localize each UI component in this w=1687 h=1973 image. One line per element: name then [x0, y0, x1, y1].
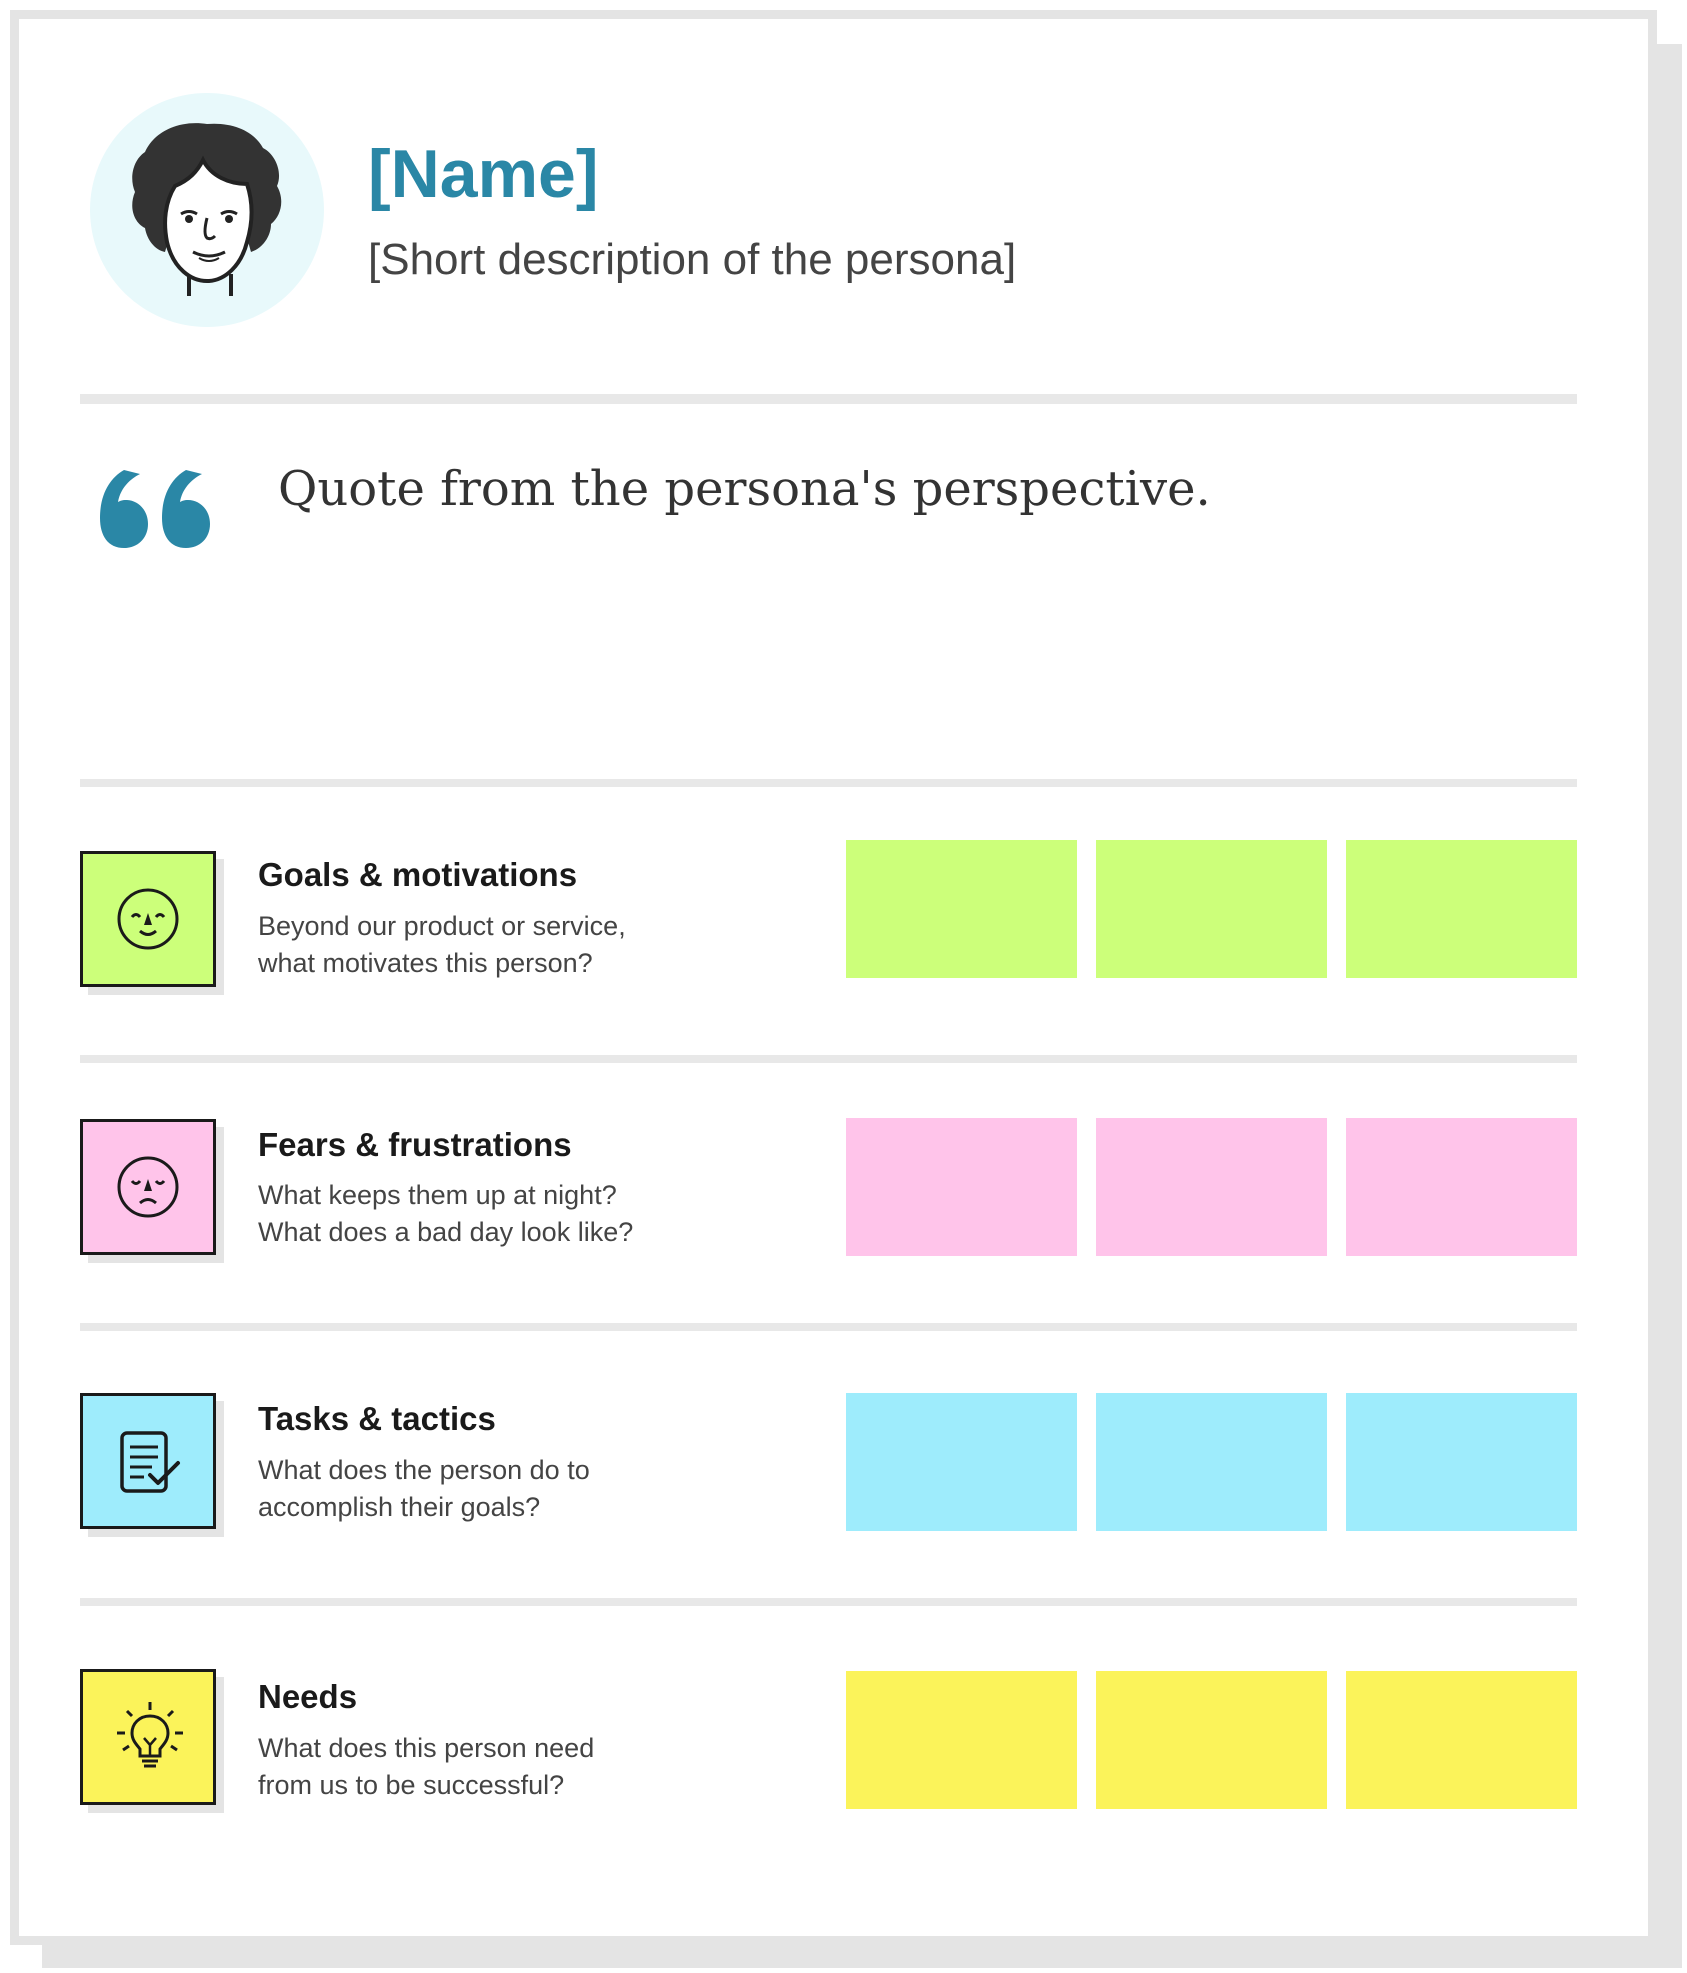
sticky-note[interactable] [1096, 1393, 1327, 1531]
sticky-note[interactable] [846, 840, 1077, 978]
lightbulb-icon [117, 1702, 183, 1768]
section-title-goals: Goals & motivations [258, 856, 578, 893]
header-divider [80, 394, 1577, 404]
persona-name: [Name] [368, 136, 599, 212]
section-title-fears: Fears & frustrations [258, 1126, 572, 1163]
sticky-note[interactable] [1096, 840, 1327, 978]
quote-mark-icon [100, 470, 210, 548]
section-description-tasks: What does the person do to accomplish th… [258, 1455, 590, 1522]
persona-quote: Quote from the persona's perspective. [278, 461, 1211, 517]
section-divider [80, 779, 1577, 787]
sticky-note[interactable] [1346, 1671, 1577, 1809]
sad-face-icon [117, 1156, 179, 1218]
tasks-icon-tile [80, 1393, 216, 1529]
section-title-tasks: Tasks & tactics [258, 1400, 496, 1437]
fears-icon-tile [80, 1119, 216, 1255]
section-divider [80, 1055, 1577, 1063]
woman-face-icon [132, 123, 282, 296]
persona-description: [Short description of the persona] [368, 235, 1017, 284]
sticky-note[interactable] [1346, 1118, 1577, 1256]
sticky-note[interactable] [846, 1118, 1077, 1256]
happy-face-icon [117, 888, 179, 950]
sticky-note[interactable] [1096, 1118, 1327, 1256]
section-divider [80, 1598, 1577, 1606]
sticky-note[interactable] [1346, 1393, 1577, 1531]
section-title-needs: Needs [258, 1678, 358, 1715]
sticky-note[interactable] [1096, 1671, 1327, 1809]
sticky-note[interactable] [846, 1671, 1077, 1809]
section-description-goals: Beyond our product or service, what moti… [258, 911, 626, 978]
sticky-note[interactable] [1346, 840, 1577, 978]
avatar [90, 93, 324, 327]
sticky-note[interactable] [846, 1393, 1077, 1531]
goals-icon-tile [80, 851, 216, 987]
checklist-icon [120, 1431, 180, 1493]
section-divider [80, 1323, 1577, 1331]
section-description-fears: What keeps them up at night? What does a… [258, 1180, 634, 1247]
section-description-needs: What does this person need from us to be… [258, 1733, 595, 1800]
needs-icon-tile [80, 1669, 216, 1805]
